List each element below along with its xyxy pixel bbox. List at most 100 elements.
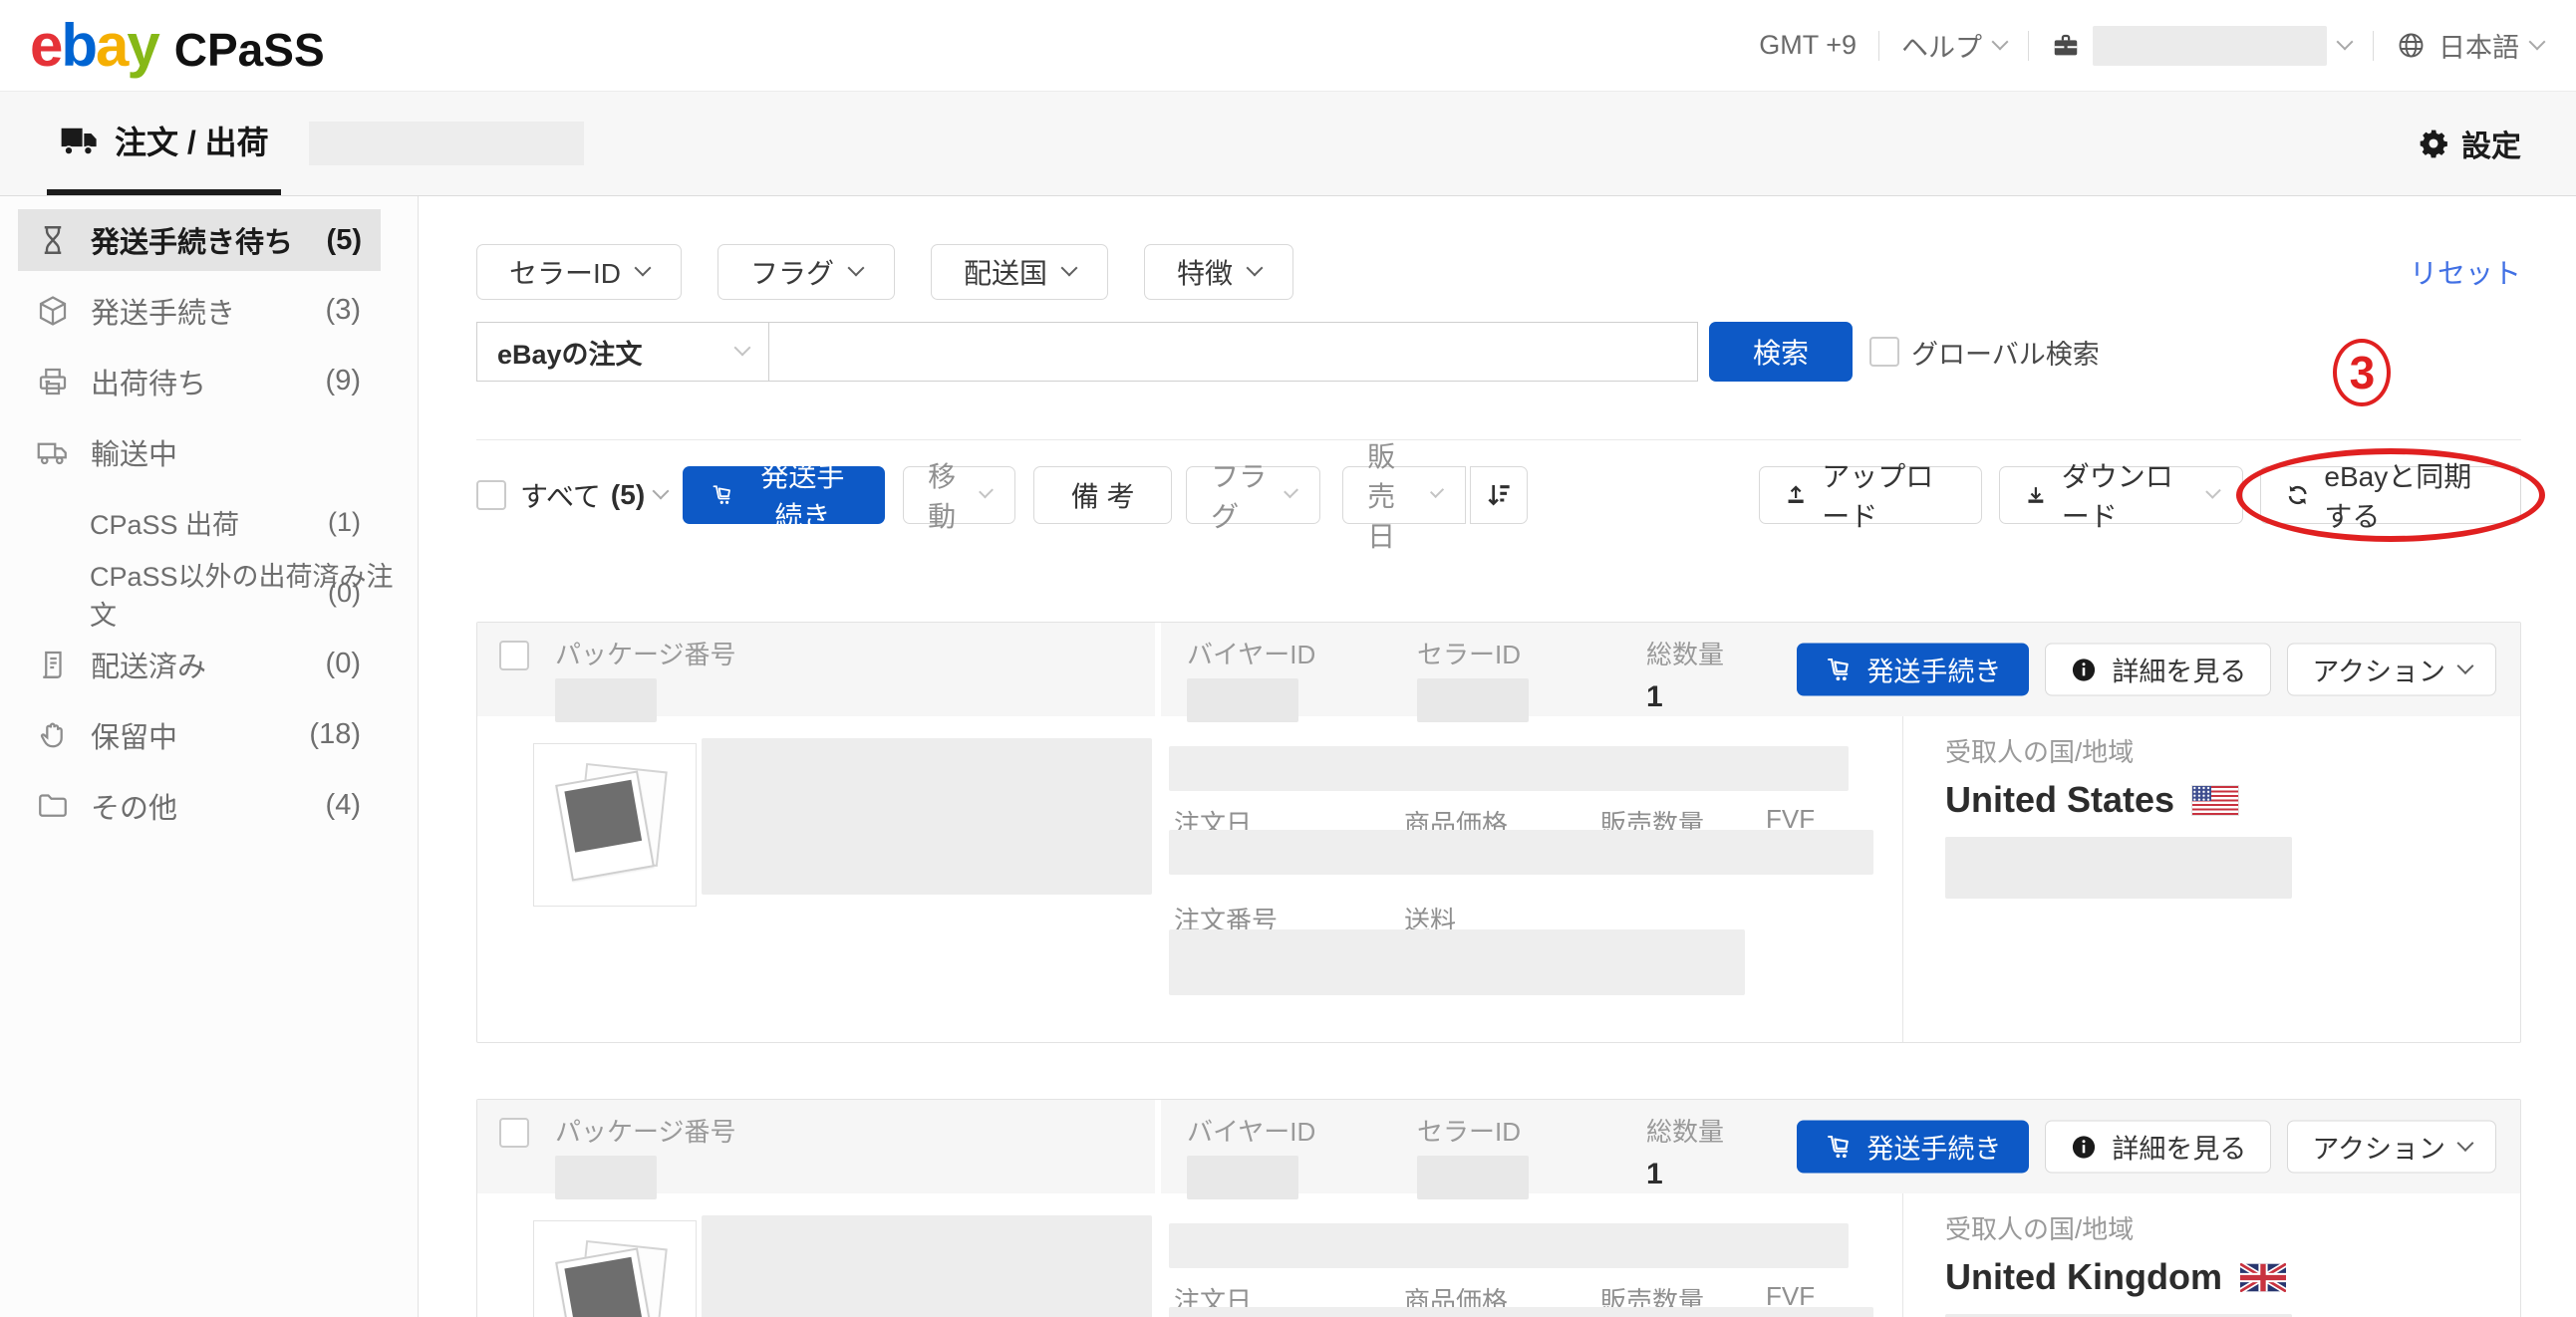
redacted-product-title — [702, 738, 1152, 895]
redacted-tab — [309, 122, 584, 165]
language-menu[interactable]: 日本語 — [2396, 26, 2543, 65]
sidebar-item-awaiting-shipment[interactable]: 出荷待ち (9) — [0, 346, 418, 416]
recipient-country-value: United Kingdom — [1945, 1256, 2292, 1298]
seller-id-label: セラーID — [1417, 1112, 1529, 1149]
chevron-down-icon — [1247, 260, 1264, 277]
filter-seller-id[interactable]: セラーID — [476, 244, 682, 300]
info-icon — [2070, 1133, 2098, 1161]
recipient-country-label: 受取人の国/地域 — [1945, 732, 2292, 769]
filter-row: セラーID フラグ 配送国 特徴 リセット — [476, 244, 2521, 300]
tab-orders-shipments[interactable]: 注文 / 出荷 — [47, 92, 281, 195]
total-qty-label: 総数量 — [1646, 1112, 1724, 1149]
card-ship-button[interactable]: 発送手続き — [1797, 644, 2029, 696]
card-action-button[interactable]: アクション — [2287, 644, 2496, 696]
chevron-down-icon — [2457, 658, 2474, 674]
chevron-down-icon — [1284, 483, 1298, 498]
truck-icon — [35, 434, 71, 470]
annotation-circled-3: 3 — [2333, 339, 2391, 406]
select-all-dropdown[interactable]: すべて (5) — [520, 475, 667, 515]
sidebar-item-on-hold[interactable]: 保留中 (18) — [0, 699, 418, 770]
sync-ebay-wrap: eBayと同期する 3 — [2260, 466, 2521, 524]
folder-icon — [35, 788, 71, 824]
recipient-country-value: United States — [1945, 779, 2292, 821]
order-card-header: パッケージ番号 バイヤーID セラーID 総数量 1 — [477, 1100, 2520, 1193]
select-all-checkbox[interactable] — [476, 480, 506, 510]
global-search-checkbox[interactable] — [1869, 337, 1899, 367]
briefcase-icon — [2051, 31, 2081, 61]
chevron-down-icon — [848, 260, 865, 277]
sidebar-item-cpass-shipments[interactable]: CPaSS 出荷 (1) — [0, 487, 418, 558]
buyer-id-label: バイヤーID — [1187, 635, 1315, 671]
account-menu[interactable] — [2051, 26, 2351, 66]
redacted-account-name — [2093, 26, 2327, 66]
sidebar-item-non-cpass-shipped-orders[interactable]: CPaSS以外の出荷済み注文 (0) — [0, 558, 418, 629]
chevron-down-icon — [2457, 1135, 2474, 1152]
truck-icon — [59, 120, 101, 161]
sort-descending-icon — [1483, 479, 1515, 511]
chevron-down-icon — [1430, 484, 1444, 498]
sidebar-item-awaiting-shipping-process[interactable]: 発送手続き待ち (5) — [18, 209, 381, 271]
seller-id-label: セラーID — [1417, 635, 1529, 671]
sync-icon — [2285, 480, 2310, 510]
divider — [2028, 31, 2029, 61]
reset-link[interactable]: リセット — [2410, 252, 2521, 292]
card-action-button[interactable]: アクション — [2287, 1121, 2496, 1174]
redacted-order-number — [1169, 929, 1745, 995]
sidebar-item-others[interactable]: その他 (4) — [0, 770, 418, 841]
sync-ebay-button[interactable]: eBayと同期する — [2260, 466, 2521, 524]
divider — [1878, 31, 1879, 61]
help-menu[interactable]: ヘルプ — [1901, 26, 2006, 65]
order-checkbox[interactable] — [499, 1118, 529, 1148]
hand-truck-icon — [711, 480, 733, 510]
bulk-ship-button[interactable]: 発送手続き — [683, 466, 885, 524]
chevron-down-icon — [635, 260, 652, 277]
filter-feature[interactable]: 特徴 — [1144, 244, 1293, 300]
info-icon — [2070, 656, 2098, 683]
hourglass-icon — [35, 222, 71, 258]
ebay-cpass-logo[interactable]: ebay CPaSS — [30, 11, 325, 80]
card-details-button[interactable]: 詳細を見る — [2045, 644, 2271, 696]
card-ship-button[interactable]: 発送手続き — [1797, 1121, 2029, 1174]
filter-destination-country[interactable]: 配送国 — [931, 244, 1108, 300]
upload-icon — [1784, 480, 1808, 510]
bulk-action-row: すべて (5) 発送手続き 移動 — [476, 466, 2521, 524]
upload-button[interactable]: アップロード — [1759, 466, 1982, 524]
search-row: eBayの注文 検索 グローバル検索 — [476, 322, 2521, 382]
sidebar-item-in-transit[interactable]: 輸送中 — [0, 416, 418, 487]
chevron-down-icon — [734, 340, 751, 357]
search-category-select[interactable]: eBayの注文 — [476, 322, 769, 382]
buyer-id-label: バイヤーID — [1187, 1112, 1315, 1149]
order-checkbox[interactable] — [499, 641, 529, 670]
total-qty-label: 総数量 — [1646, 635, 1724, 671]
chevron-down-icon — [2337, 33, 2354, 50]
card-details-button[interactable]: 詳細を見る — [2045, 1121, 2271, 1174]
redacted-item-row — [1169, 1223, 1849, 1268]
sale-date-button[interactable]: 販売日 — [1342, 466, 1466, 524]
page: ebay CPaSS GMT +9 ヘルプ — [0, 0, 2576, 1317]
redacted-order-values — [1169, 830, 1873, 875]
redacted-product-title — [702, 1215, 1152, 1317]
total-qty-value: 1 — [1646, 680, 1724, 714]
search-button[interactable]: 検索 — [1709, 322, 1853, 382]
tab-bar: 注文 / 出荷 設定 — [0, 92, 2576, 196]
note-button[interactable]: 備 考 — [1033, 466, 1172, 524]
sort-descending-button[interactable] — [1470, 466, 1528, 524]
filter-flag[interactable]: フラグ — [717, 244, 895, 300]
chevron-down-icon — [1061, 260, 1078, 277]
download-button[interactable]: ダウンロード — [1999, 466, 2243, 524]
download-icon — [2024, 480, 2048, 510]
global-search-label: グローバル検索 — [1911, 333, 2100, 372]
sidebar-item-delivered[interactable]: 配送済み (0) — [0, 629, 418, 699]
flag-button[interactable]: フラグ — [1186, 466, 1320, 524]
settings-button[interactable]: 設定 — [2418, 122, 2521, 165]
product-image-placeholder[interactable] — [533, 1220, 697, 1317]
product-image-placeholder[interactable] — [533, 743, 697, 907]
sidebar-item-shipping-process[interactable]: 発送手続き (3) — [0, 275, 418, 346]
move-button[interactable]: 移動 — [903, 466, 1015, 524]
chevron-down-icon — [2205, 483, 2221, 499]
section-divider — [476, 439, 2521, 440]
search-input[interactable] — [768, 322, 1698, 382]
package-icon — [35, 293, 71, 329]
redacted-order-values — [1169, 1307, 1873, 1317]
uk-flag-icon — [2240, 1263, 2286, 1292]
